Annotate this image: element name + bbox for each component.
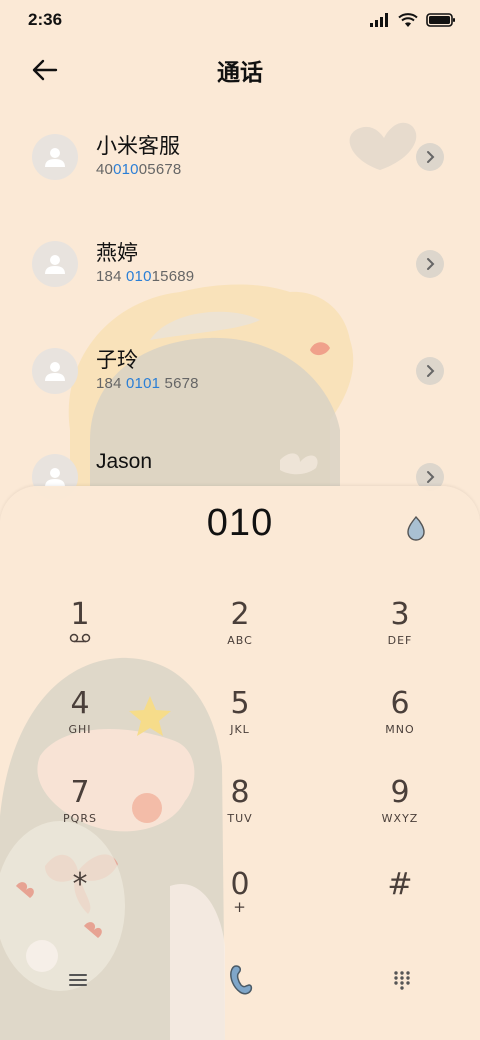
- dial-action-button[interactable]: [404, 514, 428, 542]
- contact-name: 小米客服: [96, 135, 180, 158]
- wifi-icon: [398, 12, 418, 27]
- contact-number: 4001005678: [96, 161, 182, 178]
- status-time: 2:36: [28, 10, 63, 29]
- dial-key-7[interactable]: 7 PQRS: [25, 776, 135, 854]
- header: 通话: [0, 48, 480, 92]
- dial-key-8[interactable]: 8 TUV: [185, 776, 295, 854]
- contact-row[interactable]: 子玲 184 0101 5678: [0, 326, 480, 416]
- contact-name: Jason: [96, 450, 153, 473]
- contact-detail-button[interactable]: [416, 143, 444, 171]
- chevron-right-icon: [427, 365, 435, 377]
- contact-number: 184 01015689: [96, 268, 195, 285]
- dial-key-2[interactable]: 2 ABC: [185, 598, 295, 676]
- person-icon: [45, 148, 65, 167]
- contact-row[interactable]: 小米客服 4001005678: [0, 112, 480, 202]
- call-button[interactable]: [220, 960, 260, 1000]
- dialpad-toggle-button[interactable]: [382, 960, 422, 1000]
- water-drop-icon: [407, 515, 425, 541]
- contact-row[interactable]: 燕婷 184 01015689: [0, 219, 480, 309]
- dial-key-0[interactable]: 0 +: [185, 868, 295, 946]
- voicemail-icon: [69, 633, 91, 643]
- contact-detail-button[interactable]: [416, 250, 444, 278]
- status-bar: 2:36: [0, 0, 480, 40]
- avatar: [32, 348, 78, 394]
- person-icon: [45, 255, 65, 274]
- avatar: [32, 134, 78, 180]
- dialpad-grid-icon: [394, 971, 410, 990]
- chevron-right-icon: [427, 471, 435, 483]
- dial-key-4[interactable]: 4 GHI: [25, 687, 135, 765]
- phone-call-icon: [230, 965, 253, 995]
- chevron-right-icon: [427, 151, 435, 163]
- battery-icon: [426, 13, 455, 27]
- arrow-left-icon: [32, 59, 58, 81]
- dial-key-5[interactable]: 5 JKL: [185, 687, 295, 765]
- dial-key-star[interactable]: *: [25, 868, 135, 946]
- menu-icon: [69, 974, 87, 986]
- avatar: [32, 241, 78, 287]
- signal-icon: [370, 13, 388, 27]
- contact-detail-button[interactable]: [416, 357, 444, 385]
- contact-number: 184 0101 5678: [96, 375, 199, 392]
- person-icon: [45, 362, 65, 381]
- dial-key-9[interactable]: 9 WXYZ: [345, 776, 455, 854]
- dialpad-bottom-bar: [0, 960, 480, 1010]
- back-button[interactable]: [30, 56, 60, 84]
- dial-key-1[interactable]: 1: [25, 598, 135, 676]
- menu-button[interactable]: [58, 960, 98, 1000]
- contact-name: 子玲: [96, 349, 138, 372]
- dial-key-6[interactable]: 6 MNO: [345, 687, 455, 765]
- chevron-right-icon: [427, 258, 435, 270]
- dial-key-3[interactable]: 3 DEF: [345, 598, 455, 676]
- contact-name: 燕婷: [96, 242, 138, 265]
- dial-key-hash[interactable]: #: [345, 868, 455, 946]
- page-title: 通话: [217, 59, 263, 85]
- dialpad-panel: 010 1 2 ABC 3 DEF 4 GHI 5 JKL 6 MNO 7 PQ…: [0, 486, 480, 1040]
